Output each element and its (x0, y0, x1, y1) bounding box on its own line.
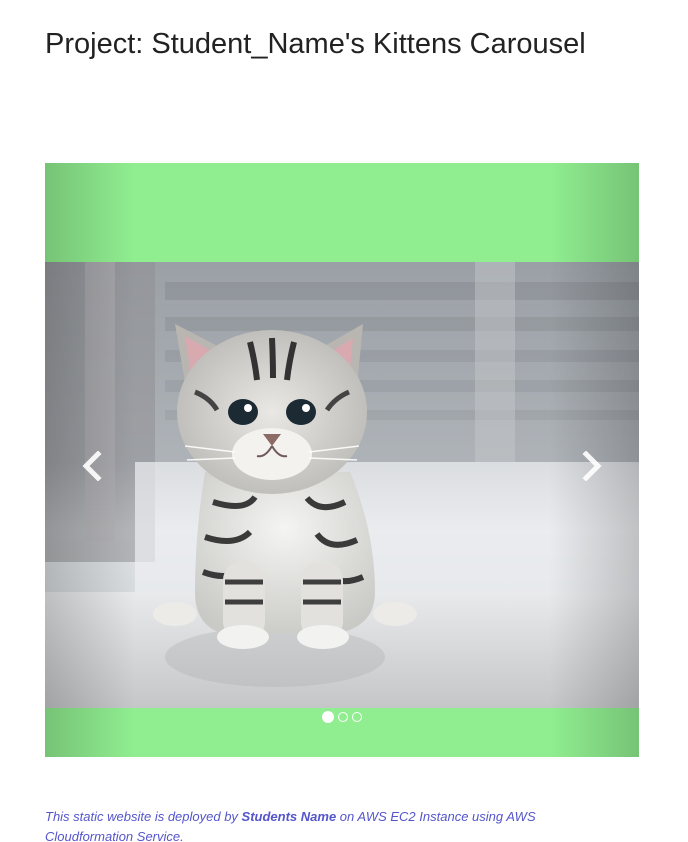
carousel-indicator-3[interactable] (352, 712, 362, 722)
kittens-carousel (45, 163, 639, 757)
deployment-note-prefix: This static website is deployed by (45, 809, 242, 824)
carousel-indicator-1[interactable] (322, 711, 334, 723)
chevron-right-icon (582, 451, 602, 481)
carousel-prev-button[interactable] (45, 163, 135, 757)
carousel-indicators (45, 711, 639, 725)
author-name: Students Name (241, 809, 337, 824)
carousel-next-button[interactable] (549, 163, 639, 757)
chevron-left-icon (82, 451, 102, 481)
page: Project: Student_Name's Kittens Carousel (0, 0, 688, 842)
deployment-note: This static website is deployed by Stude… (45, 807, 605, 842)
carousel-indicator-2[interactable] (338, 712, 348, 722)
page-title: Project: Student_Name's Kittens Carousel (45, 28, 586, 60)
